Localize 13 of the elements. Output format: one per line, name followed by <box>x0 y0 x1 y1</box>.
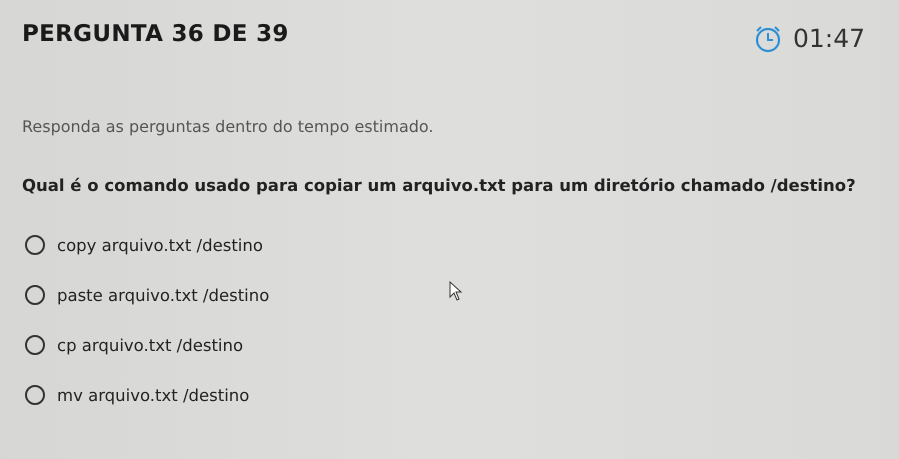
radio-button[interactable] <box>25 235 45 255</box>
radio-button[interactable] <box>25 285 45 305</box>
question-counter: PERGUNTA 36 DE 39 <box>22 20 289 46</box>
question-text: Qual é o comando usado para copiar um arquivo.txt para um diretório chamado /destino? <box>22 176 857 195</box>
answer-option[interactable]: mv arquivo.txt /destino <box>25 385 250 405</box>
answer-option[interactable]: cp arquivo.txt /destino <box>25 335 244 355</box>
radio-button[interactable] <box>25 385 45 405</box>
mouse-pointer-icon <box>449 281 463 301</box>
instruction-text: Responda as perguntas dentro do tempo estimado. <box>22 117 434 136</box>
radio-button[interactable] <box>25 335 45 355</box>
answer-option[interactable]: paste arquivo.txt /destino <box>25 285 270 305</box>
answer-option[interactable]: copy arquivo.txt /destino <box>25 235 263 255</box>
timer-text: 01:47 <box>792 24 865 53</box>
